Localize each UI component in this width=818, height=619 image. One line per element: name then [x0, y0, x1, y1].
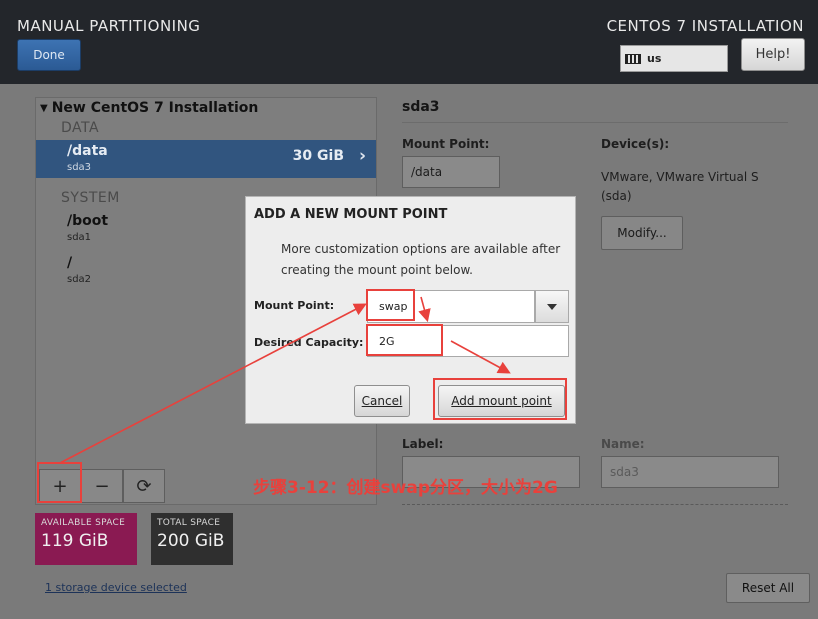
dialog-mount-point-label: Mount Point:	[254, 299, 335, 312]
available-space-label: AVAILABLE SPACE	[41, 518, 126, 528]
modify-button[interactable]: Modify...	[601, 216, 683, 250]
keyboard-icon	[625, 53, 641, 64]
available-space-box: AVAILABLE SPACE 119 GiB	[35, 513, 137, 565]
highlight-box-add-button	[433, 378, 567, 420]
partition-row-data[interactable]: /data sda3 30 GiB ›	[36, 140, 376, 178]
highlight-box-capacity	[366, 324, 443, 356]
storage-devices-link[interactable]: 1 storage device selected	[45, 581, 187, 594]
installer-title: CENTOS 7 INSTALLATION	[606, 17, 804, 35]
partition-device: sda2	[67, 274, 92, 285]
keyboard-layout-indicator[interactable]: us	[620, 45, 728, 72]
done-button[interactable]: Done	[17, 39, 81, 71]
highlight-box-mount-point	[366, 289, 415, 321]
top-header-bar: MANUAL PARTITIONING CENTOS 7 INSTALLATIO…	[0, 0, 818, 84]
group-label-system: SYSTEM	[61, 190, 120, 206]
devices-label: Device(s):	[601, 137, 670, 151]
total-space-label: TOTAL SPACE	[157, 518, 221, 528]
dialog-title: ADD A NEW MOUNT POINT	[254, 207, 448, 222]
expander-triangle-icon: ▼	[40, 102, 48, 114]
dialog-description: More customization options are available…	[281, 242, 561, 277]
highlight-box-add-partition	[37, 462, 82, 503]
name-field[interactable]: sda3	[601, 456, 779, 488]
devices-line-1: VMware, VMware Virtual S	[601, 170, 759, 184]
desired-capacity-label: Desired Capacity:	[254, 336, 364, 349]
devices-value: VMware, VMware Virtual S (sda)	[601, 168, 759, 206]
chevron-right-icon: ›	[358, 146, 366, 166]
devices-line-2: (sda)	[601, 189, 632, 203]
partition-device: sda1	[67, 232, 92, 243]
page-title: MANUAL PARTITIONING	[17, 17, 201, 35]
partition-mount: /	[67, 255, 73, 271]
name-label: Name:	[601, 437, 645, 451]
partition-size: 30 GiB	[292, 148, 344, 164]
partition-mount: /boot	[67, 213, 109, 229]
annotation-step-text: 步骤3-12：创建swap分区，大小为2G	[253, 478, 558, 498]
mount-point-label: Mount Point:	[402, 137, 490, 151]
remove-partition-button[interactable]: −	[81, 469, 123, 503]
partition-device: sda3	[67, 162, 92, 173]
group-label-data: DATA	[61, 120, 100, 136]
tree-root-header[interactable]: ▼ New CentOS 7 Installation	[40, 100, 258, 116]
dashed-divider	[402, 504, 788, 505]
reset-all-button[interactable]: Reset All	[726, 573, 810, 603]
label-label: Label:	[402, 437, 444, 451]
partition-mount: /data	[67, 143, 108, 159]
cancel-button[interactable]: Cancel	[354, 385, 410, 417]
total-space-box: TOTAL SPACE 200 GiB	[151, 513, 233, 565]
caret-down-icon	[547, 303, 557, 310]
mount-point-field[interactable]: /data	[402, 156, 500, 188]
divider	[402, 122, 788, 123]
keyboard-layout-label: us	[647, 52, 662, 65]
mount-point-dropdown-button[interactable]	[535, 290, 569, 323]
help-button[interactable]: Help!	[741, 38, 805, 71]
total-space-value: 200 GiB	[157, 531, 225, 551]
available-space-value: 119 GiB	[41, 531, 109, 551]
refresh-button[interactable]: ⟳	[123, 469, 165, 503]
detail-title: sda3	[402, 99, 440, 115]
tree-root-label: New CentOS 7 Installation	[51, 100, 259, 116]
